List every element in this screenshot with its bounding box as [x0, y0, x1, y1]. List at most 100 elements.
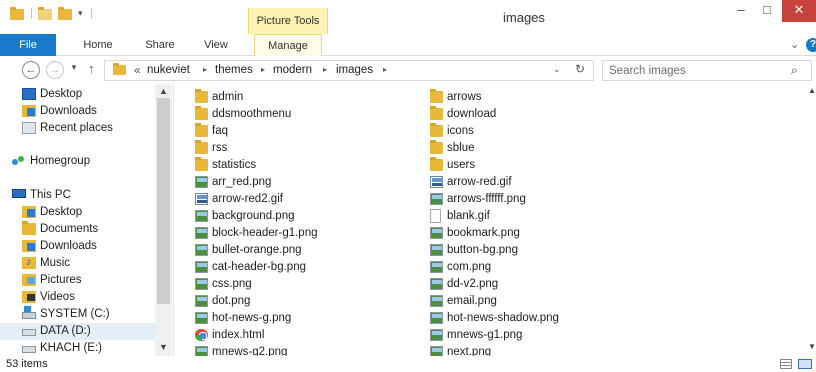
content-scrollbar[interactable]: ▲ ▼ — [808, 84, 816, 356]
file-name: css.png — [212, 278, 252, 290]
scroll-down-icon[interactable]: ▼ — [808, 342, 816, 351]
png-file-icon — [430, 329, 443, 341]
search-box[interactable]: ⌕ — [602, 60, 812, 81]
tab-manage[interactable]: Manage — [254, 34, 322, 56]
png-file-icon — [430, 244, 443, 256]
details-view-icon[interactable] — [780, 359, 792, 369]
file-name: rss — [212, 142, 228, 154]
nav-item-label: Pictures — [40, 274, 82, 286]
breadcrumb-nukeviet[interactable]: nukeviet — [147, 64, 190, 76]
new-folder-icon[interactable] — [58, 7, 72, 25]
nav-item-label: Videos — [40, 291, 75, 303]
help-icon[interactable]: ? — [806, 38, 816, 52]
file-name: hot-news-shadow.png — [447, 312, 559, 324]
png-file-icon — [430, 278, 443, 290]
file-name: users — [447, 159, 476, 171]
breadcrumb-modern[interactable]: modern — [273, 64, 312, 76]
tab-view[interactable]: View — [196, 34, 236, 56]
breadcrumb-separator-icon[interactable]: ▸ — [261, 65, 265, 74]
png-file-icon — [430, 261, 443, 273]
refresh-icon[interactable]: ↻ — [575, 62, 585, 76]
properties-icon[interactable] — [38, 7, 52, 25]
homegroup-icon — [12, 155, 26, 167]
up-button[interactable]: ↑ — [88, 61, 95, 76]
nav-item-label: Desktop — [40, 206, 83, 218]
png-file-icon — [430, 227, 443, 239]
address-dropdown-icon[interactable]: ⌄ — [553, 64, 561, 75]
file-name: hot-news-g.png — [212, 312, 292, 324]
file-name: index.html — [212, 329, 265, 341]
file-name: bookmark.png — [447, 227, 520, 239]
breadcrumb-separator-icon[interactable]: ▸ — [323, 65, 327, 74]
file-list: admin ddsmoothmenu faq rss statistics arr_red… — [175, 84, 816, 358]
maximize-button[interactable]: □ — [754, 0, 780, 22]
breadcrumb-images[interactable]: images — [336, 64, 373, 76]
nav-item-label: Downloads — [40, 105, 97, 117]
nav-item-data-drive[interactable]: DATA (D:) — [0, 323, 155, 340]
file-name: arrow-red.gif — [447, 176, 512, 188]
folder-icon — [10, 7, 24, 25]
breadcrumb-separator-icon[interactable]: ▸ — [203, 65, 207, 74]
file-name: email.png — [447, 295, 497, 307]
tab-share[interactable]: Share — [140, 34, 180, 56]
folder-icon — [195, 140, 208, 154]
folder-icon — [430, 157, 443, 171]
back-button[interactable]: ← — [22, 61, 40, 79]
file-name: arrows — [447, 91, 482, 103]
gif-file-icon — [195, 193, 208, 205]
file-name: mnews-g1.png — [447, 329, 523, 341]
documents-icon — [22, 221, 36, 235]
large-icons-view-icon[interactable] — [798, 359, 812, 369]
tab-file[interactable]: File — [0, 34, 56, 56]
png-file-icon — [430, 295, 443, 307]
breadcrumb-themes[interactable]: themes — [215, 64, 253, 76]
scroll-up-icon[interactable]: ▲ — [159, 86, 168, 96]
folder-icon — [195, 89, 208, 103]
expand-ribbon-icon[interactable]: ⌄ — [790, 38, 799, 51]
videos-icon — [22, 291, 36, 303]
folder-icon — [430, 140, 443, 154]
nav-item-label: Homegroup — [30, 155, 91, 167]
breadcrumb-overflow-icon[interactable]: « — [134, 63, 141, 77]
address-bar[interactable]: « nukeviet ▸ themes ▸ modern ▸ images ▸ … — [104, 60, 594, 81]
minimize-button[interactable]: – — [728, 0, 754, 22]
file-name: block-header-g1.png — [212, 227, 318, 239]
breadcrumb-separator-icon[interactable]: ▸ — [383, 65, 387, 74]
file-name: download — [447, 108, 497, 120]
folder-icon — [430, 89, 443, 103]
downloads-icon — [22, 240, 36, 252]
nav-scrollbar[interactable]: ▲ ▼ — [155, 84, 172, 356]
search-input[interactable] — [609, 62, 779, 79]
png-file-icon — [430, 193, 443, 205]
title-bar: | ▾ | Picture Tools images – □ ✕ — [0, 0, 816, 34]
navigation-pane: Desktop Downloads Recent places Homegrou… — [0, 84, 174, 356]
forward-button[interactable]: → — [46, 61, 64, 79]
nav-scrollbar-thumb[interactable] — [157, 98, 170, 304]
folder-icon — [430, 106, 443, 120]
downloads-icon — [22, 105, 36, 117]
scroll-up-icon[interactable]: ▲ — [808, 86, 816, 95]
nav-item-label: Music — [40, 257, 71, 269]
file-name: statistics — [212, 159, 257, 171]
drive-icon — [22, 329, 36, 336]
nav-item-label: Documents — [40, 223, 99, 235]
search-icon[interactable]: ⌕ — [791, 63, 798, 78]
file-name: com.png — [447, 261, 492, 273]
file-name: dd-v2.png — [447, 278, 499, 290]
nav-item-label: Desktop — [40, 88, 83, 100]
status-bar: 53 items — [0, 356, 816, 372]
recent-places-icon — [22, 122, 36, 134]
file-name: button-bg.png — [447, 244, 518, 256]
png-file-icon — [195, 227, 208, 239]
file-name: blank.gif — [447, 210, 490, 222]
nav-item-label: Downloads — [40, 240, 97, 252]
file-name: faq — [212, 125, 228, 137]
drive-icon — [22, 346, 36, 353]
close-button[interactable]: ✕ — [782, 0, 816, 22]
tab-home[interactable]: Home — [78, 34, 118, 56]
desktop-icon — [22, 88, 36, 100]
recent-locations-icon[interactable]: ▼ — [70, 63, 78, 72]
scroll-down-icon[interactable]: ▼ — [159, 342, 168, 352]
qat-dropdown-icon[interactable]: ▾ — [78, 8, 83, 24]
address-row: ← → ▼ ↑ « nukeviet ▸ themes ▸ modern ▸ i… — [0, 56, 816, 84]
